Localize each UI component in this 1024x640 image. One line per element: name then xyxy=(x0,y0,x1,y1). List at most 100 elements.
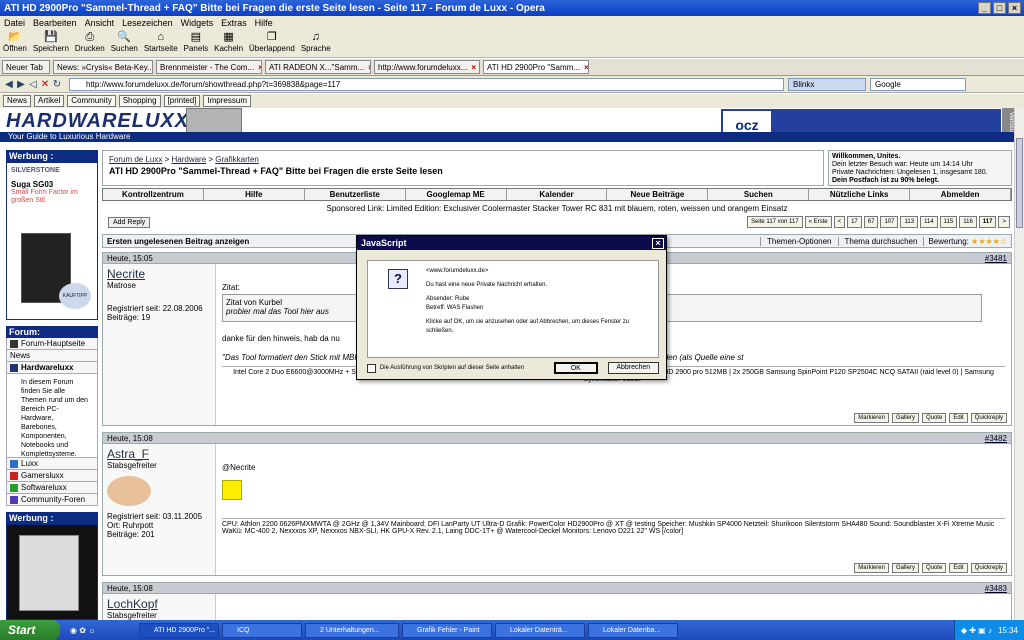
quickreply-button[interactable]: Quickreply xyxy=(970,563,1007,573)
nav-kontrollzentrum[interactable]: Kontrollzentrum xyxy=(103,189,204,200)
username[interactable]: Necrite xyxy=(107,267,211,281)
panels-button[interactable]: ▤ Panels xyxy=(184,31,208,53)
personal-shopping[interactable]: Shopping xyxy=(118,95,161,107)
page-67[interactable]: 67 xyxy=(863,216,879,228)
menu-ansicht[interactable]: Ansicht xyxy=(81,18,119,28)
gallery-button[interactable]: Gallery xyxy=(891,563,919,573)
back-icon[interactable]: ◀ xyxy=(3,79,15,90)
menu-extras[interactable]: Extras xyxy=(217,18,251,28)
post-number[interactable]: #3482 xyxy=(985,434,1007,443)
search-button[interactable]: 🔍 Suchen xyxy=(111,31,138,53)
sidebar-item-luxx[interactable]: Luxx xyxy=(6,458,98,470)
page-116[interactable]: 116 xyxy=(959,216,977,228)
nav-googlemap[interactable]: Googlemap ME xyxy=(406,189,507,200)
sidebar-item-community[interactable]: Community-Foren xyxy=(6,494,98,506)
rewind-icon[interactable]: ◁ xyxy=(27,79,39,90)
voice-button[interactable]: ♫ Sprache xyxy=(301,31,331,53)
sidebar-item-news[interactable]: News xyxy=(6,350,98,362)
personal-artikel[interactable]: Artikel xyxy=(34,95,65,107)
menu-widgets[interactable]: Widgets xyxy=(177,18,218,28)
page-115[interactable]: 115 xyxy=(939,216,958,228)
personal-printed[interactable]: [printed] xyxy=(163,95,201,107)
page-prev[interactable]: < xyxy=(833,216,846,228)
dialog-close-icon[interactable]: × xyxy=(652,237,664,249)
close-tab-icon[interactable]: × xyxy=(471,63,476,72)
silverstone-ad[interactable]: SILVERSTONE Suga SG03 Small Form Factor … xyxy=(6,162,98,320)
tray-icons[interactable]: ◆ ✚ ▣ ♪ xyxy=(961,626,992,635)
tile-button[interactable]: ▦ Kacheln xyxy=(214,31,243,53)
nav-hilfe[interactable]: Hilfe xyxy=(204,189,305,200)
page-107[interactable]: 107 xyxy=(880,216,899,228)
add-reply-button[interactable]: Add Reply xyxy=(108,217,151,228)
second-ad[interactable] xyxy=(6,524,98,620)
tab-forumdeluxx[interactable]: http://www.forumdeluxx... × xyxy=(374,60,480,74)
url-field[interactable]: http://www.forumdeluxx.de/forum/showthre… xyxy=(69,77,784,91)
personal-news[interactable]: News xyxy=(3,95,32,107)
crumb-hardware[interactable]: Hardware xyxy=(171,155,206,164)
nav-links[interactable]: Nützliche Links xyxy=(809,189,911,200)
scrollbar-thumb[interactable] xyxy=(1016,138,1023,228)
nav-neue-beitraege[interactable]: Neue Beiträge xyxy=(607,189,709,200)
quote-button[interactable]: Quote xyxy=(921,563,947,573)
crumb-grafikkarten[interactable]: Grafikkarten xyxy=(215,155,259,164)
post-number[interactable]: #3483 xyxy=(985,584,1007,593)
forward-icon[interactable]: ▶ xyxy=(15,79,27,90)
close-button[interactable]: × xyxy=(1008,2,1021,14)
edit-button[interactable]: Edit xyxy=(949,413,968,423)
tab-brennmeister[interactable]: Brennmeister - The Com...× xyxy=(156,60,262,74)
close-tab-icon[interactable]: × xyxy=(258,63,261,72)
open-button[interactable]: 📂 Öffnen xyxy=(3,31,27,53)
tab-crysis[interactable]: News: »Crysis« Beta-Key...× xyxy=(53,60,153,74)
page-113[interactable]: 113 xyxy=(900,216,919,228)
tab-new[interactable]: Neuer Tab xyxy=(2,60,50,74)
username[interactable]: Astra_F xyxy=(107,447,211,461)
page-17[interactable]: 17 xyxy=(847,216,862,228)
first-unread-link[interactable]: Ersten ungelesenen Beitrag anzeigen xyxy=(103,237,249,246)
cascade-button[interactable]: ❐ Überlappend xyxy=(249,31,295,53)
ok-button[interactable]: OK xyxy=(554,362,598,374)
page-next[interactable]: > xyxy=(998,216,1010,228)
close-tab-icon[interactable]: × xyxy=(368,63,370,72)
vertical-scrollbar[interactable] xyxy=(1014,108,1024,620)
task-icq[interactable]: ICQ xyxy=(222,622,302,638)
site-logo[interactable]: HARDWARELUXX xyxy=(6,110,189,133)
quickreply-button[interactable]: Quickreply xyxy=(970,413,1007,423)
crumb-root[interactable]: Forum de Luxx xyxy=(109,155,162,164)
thread-options-menu[interactable]: Themen-Optionen xyxy=(760,236,837,246)
task-explorer-2[interactable]: Lokaler Datenba... xyxy=(588,622,678,638)
sidebar-item-gamersluxx[interactable]: Gamersluxx xyxy=(6,470,98,482)
cancel-button[interactable]: Abbrechen xyxy=(607,362,659,374)
stop-icon[interactable]: ✕ xyxy=(39,79,51,90)
quicklaunch-icons[interactable]: ◉ ✿ ☼ xyxy=(60,626,136,635)
task-opera[interactable]: ATI HD 2900Pro "... xyxy=(139,622,219,638)
nav-benutzerliste[interactable]: Benutzerliste xyxy=(305,189,406,200)
tab-active-thread[interactable]: ATI HD 2900Pro "Samm... × xyxy=(483,60,589,74)
tab-radeon[interactable]: ATI RADEON X..."Samm...× xyxy=(265,60,371,74)
personal-impressum[interactable]: Impressum xyxy=(203,95,251,107)
quote-button[interactable]: Quote xyxy=(921,413,947,423)
print-button[interactable]: ⎙ Drucken xyxy=(75,31,105,53)
mark-button[interactable]: Markieren xyxy=(854,413,889,423)
page-114[interactable]: 114 xyxy=(920,216,938,228)
menu-datei[interactable]: Datei xyxy=(0,18,29,28)
task-paint[interactable]: Grafik Fehler - Paint xyxy=(402,622,492,638)
task-explorer-1[interactable]: Lokaler Datenträ... xyxy=(495,622,585,638)
thread-rating[interactable]: Bewertung: ★★★★☆ xyxy=(923,236,1011,246)
nav-suchen[interactable]: Suchen xyxy=(708,189,810,200)
menu-lesezeichen[interactable]: Lesezeichen xyxy=(118,18,177,28)
sidebar-item-softwareluxx[interactable]: Softwareluxx xyxy=(6,482,98,494)
sidebar-item-hardwareluxx[interactable]: Hardwareluxx xyxy=(6,362,98,374)
menu-bearbeiten[interactable]: Bearbeiten xyxy=(29,18,81,28)
personal-community[interactable]: Community xyxy=(67,95,116,107)
private-messages[interactable]: Private Nachrichten: Ungelesen 1, insges… xyxy=(832,169,1008,177)
maximize-button[interactable]: □ xyxy=(993,2,1006,14)
minimize-button[interactable]: _ xyxy=(978,2,991,14)
search-input[interactable]: Google xyxy=(870,77,966,91)
nav-abmelden[interactable]: Abmelden xyxy=(910,189,1012,200)
nav-kalender[interactable]: Kalender xyxy=(507,189,608,200)
reload-icon[interactable]: ↻ xyxy=(51,79,63,90)
thread-title[interactable]: ATI HD 2900Pro "Sammel-Thread + FAQ" Bit… xyxy=(109,166,817,176)
search-engine-select[interactable]: Blinkx xyxy=(788,77,866,91)
thread-search-menu[interactable]: Thema durchsuchen xyxy=(837,236,924,246)
menu-hilfe[interactable]: Hilfe xyxy=(251,18,277,28)
